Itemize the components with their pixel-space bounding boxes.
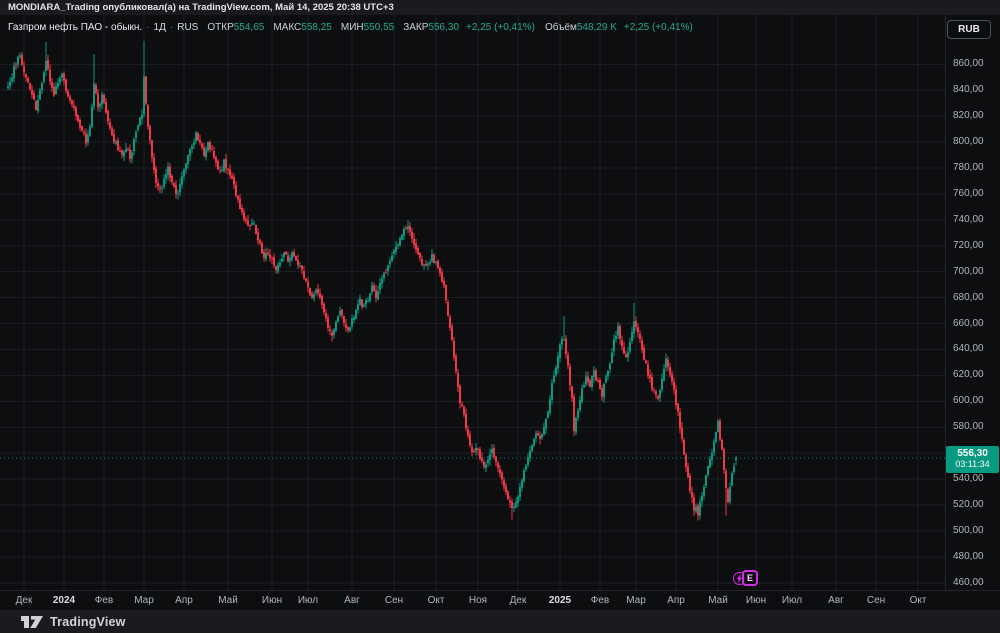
symbol-exchange: RUS [177,21,199,33]
price-tick-label: 580,00 [953,421,984,433]
price-tick-label: 460,00 [953,576,984,588]
attribution-text: MONDIARA_Trading опубликовал(а) на Tradi… [8,2,394,13]
price-tick-label: 620,00 [953,369,984,381]
price-tick-label: 780,00 [953,161,984,173]
volume-change-value: +2,25 (+0,41%) [623,21,693,33]
currency-button[interactable]: RUB [947,20,991,39]
price-axis[interactable]: 460,00480,00500,00520,00540,00560,00580,… [945,15,1000,590]
price-tick-label: 740,00 [953,213,984,225]
legend-separator: · [169,21,174,33]
time-tick-label: Мар [626,595,646,606]
price-tick-label: 500,00 [953,525,984,536]
chart-area[interactable]: Газпром нефть ПАО - обыкн. · 1Д · RUS ОТ… [0,15,1000,610]
time-tick-label: Июн [261,595,283,606]
price-tick-label: 680,00 [953,291,984,303]
time-tick-label: Апр [175,595,193,606]
price-tick-label: 600,00 [953,395,984,407]
change-value: +2,25 (+0,41%) [466,21,535,33]
open-value: 554,65 [233,21,265,33]
time-tick-label: Авг [828,595,844,606]
earnings-letter: E [742,570,758,586]
time-axis[interactable]: Дек 2024 Фев Мар Апр Май Июн Июл Авг Сен Окт Ноя Дек… [0,590,1000,610]
price-tick-label: 520,00 [953,499,984,511]
time-tick-label: Апр [667,595,685,606]
symbol-timeframe[interactable]: 1Д [154,22,166,33]
price-tick-label: 720,00 [953,239,984,251]
price-tick-label: 860,00 [953,58,984,70]
high-value: 558,25 [301,21,332,33]
low-label: МИН [340,21,364,33]
candlestick-plot[interactable] [0,15,945,590]
price-tick-label: 660,00 [953,317,984,329]
time-tick-label: Сен [384,595,404,606]
time-tick-label: Окт [427,595,445,606]
last-price-value: 556,30 [957,448,988,460]
bar-countdown: 03:11:34 [955,459,990,470]
time-tick-label: 2024 [52,595,76,606]
price-tick-label: 800,00 [953,136,984,148]
attribution-bar: MONDIARA_Trading опубликовал(а) на Tradi… [0,0,1000,15]
tradingview-published-chart: MONDIARA_Trading опубликовал(а) на Tradi… [0,0,1000,633]
time-tick-label: Май [708,595,728,606]
time-tick-label: Фев [590,595,610,606]
footer-brand-text: TradingView [50,614,126,629]
time-tick-label: Авг [344,595,360,606]
price-tick-label: 760,00 [953,187,984,199]
time-tick-label: Июн [745,595,767,606]
time-tick-label: 2025 [548,595,572,606]
time-tick-label: Окт [909,595,927,606]
time-tick-label: Дек [509,595,527,606]
symbol-title[interactable]: Газпром нефть ПАО - обыкн. [8,22,142,33]
close-label: ЗАКР [403,21,429,33]
time-tick-label: Июл [781,595,803,606]
volume-value: 548,29 K [576,21,617,33]
legend-separator: · [146,21,150,33]
time-tick-label: Ноя [468,595,488,606]
time-tick-label: Мар [134,595,154,606]
volume-label: Объём [544,21,577,33]
earnings-marker[interactable]: E [733,570,759,587]
last-price-label: 556,30 03:11:34 [946,446,999,474]
low-value: 550,55 [363,21,395,33]
price-tick-label: 540,00 [953,473,984,485]
price-tick-label: 640,00 [953,343,984,355]
open-label: ОТКР [207,21,234,33]
high-label: МАКС [273,21,302,33]
price-tick-label: 480,00 [953,550,984,562]
time-tick-label: Июл [297,595,319,606]
price-tick-label: 700,00 [953,265,984,277]
time-tick-label: Сен [866,595,886,606]
time-tick-label: Фев [94,595,114,606]
time-tick-label: Май [218,595,238,606]
close-value: 556,30 [428,21,460,33]
time-tick-label: Дек [15,595,33,606]
footer-bar[interactable]: TradingView [0,610,1000,633]
tradingview-logo [21,615,43,629]
price-tick-label: 820,00 [953,110,984,122]
symbol-legend: Газпром нефть ПАО - обыкн. · 1Д · RUS ОТ… [8,20,693,34]
price-tick-label: 840,00 [953,84,984,96]
